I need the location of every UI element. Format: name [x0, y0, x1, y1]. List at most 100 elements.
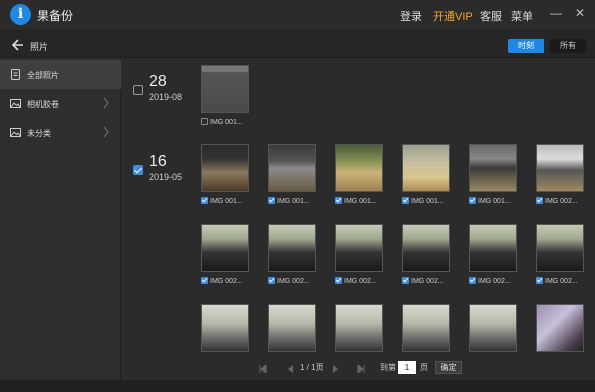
photo-thumbnail[interactable] — [469, 304, 517, 352]
photo-image — [537, 225, 583, 271]
photo-checkbox[interactable] — [335, 197, 342, 204]
photo-image — [269, 225, 315, 271]
sidebar: 全部照片 相机胶卷 未分类 — [0, 58, 121, 392]
photo-thumbnail[interactable] — [268, 144, 316, 192]
photo-thumbnail[interactable] — [201, 65, 249, 113]
last-page-icon[interactable] — [357, 365, 365, 373]
sidebar-item-label: 全部照片 — [27, 71, 59, 80]
photo-image — [202, 66, 248, 112]
photo-checkbox[interactable] — [536, 277, 543, 284]
photo-label[interactable]: IMG 001... — [268, 197, 310, 207]
photo-image — [403, 305, 449, 351]
photo-image — [202, 225, 248, 271]
confirm-button[interactable]: 确定 — [435, 361, 462, 374]
sidebar-item-label: 未分类 — [27, 129, 51, 138]
photo-label[interactable]: IMG 001... — [469, 197, 511, 207]
photo-image — [537, 305, 583, 351]
photo-thumbnail[interactable] — [201, 144, 249, 192]
page-indicator: 1 / 1页 — [300, 363, 324, 372]
photo-label[interactable]: IMG 001... — [335, 197, 377, 207]
photo-image — [269, 305, 315, 351]
group-day: 16 — [149, 153, 167, 170]
tab-all[interactable]: 所有 — [550, 39, 586, 53]
photo-thumbnail[interactable] — [201, 304, 249, 352]
photo-checkbox[interactable] — [201, 197, 208, 204]
app-logo-icon: i — [10, 4, 31, 25]
photo-thumbnail[interactable] — [335, 304, 383, 352]
photo-filename: IMG 002... — [277, 278, 310, 285]
photo-image — [269, 145, 315, 191]
photo-thumbnail[interactable] — [402, 144, 450, 192]
minimize-icon[interactable]: — — [548, 5, 564, 21]
photo-thumbnail[interactable] — [268, 304, 316, 352]
sidebar-item-uncategorized[interactable]: 未分类 — [0, 118, 121, 147]
menu-link[interactable]: 菜单 — [511, 8, 533, 24]
photo-label[interactable]: IMG 002... — [469, 277, 511, 287]
photo-filename: IMG 001... — [344, 198, 377, 205]
photo-checkbox[interactable] — [536, 197, 543, 204]
page-number-input[interactable] — [398, 361, 416, 374]
photo-checkbox[interactable] — [335, 277, 342, 284]
goto-label: 到第 — [380, 363, 396, 372]
photo-label[interactable]: IMG 002... — [536, 197, 578, 207]
photo-checkbox[interactable] — [201, 277, 208, 284]
photo-label[interactable]: IMG 001... — [201, 118, 243, 128]
group-checkbox[interactable] — [133, 85, 143, 95]
photo-label[interactable]: IMG 001... — [201, 197, 243, 207]
photo-image — [470, 305, 516, 351]
photo-label[interactable]: IMG 001... — [402, 197, 444, 207]
photo-label[interactable]: IMG 002... — [335, 277, 377, 287]
photo-thumbnail[interactable] — [536, 224, 584, 272]
login-link[interactable]: 登录 — [400, 8, 422, 24]
photo-checkbox[interactable] — [268, 197, 275, 204]
photo-checkbox[interactable] — [201, 118, 208, 125]
prev-page-icon[interactable] — [286, 365, 294, 373]
photo-thumbnail[interactable] — [469, 224, 517, 272]
photo-thumbnail[interactable] — [402, 304, 450, 352]
sidebar-item-all-photos[interactable]: 全部照片 — [0, 60, 121, 89]
photo-filename: IMG 002... — [210, 278, 243, 285]
photo-thumbnail[interactable] — [201, 224, 249, 272]
page-header: 照片 时刻 所有 — [0, 30, 595, 58]
app-name: 果备份 — [37, 9, 74, 23]
page-title: 照片 — [30, 42, 49, 52]
close-icon[interactable]: ✕ — [572, 5, 588, 21]
photo-thumbnail[interactable] — [335, 144, 383, 192]
photo-filename: IMG 001... — [478, 198, 511, 205]
photo-label[interactable]: IMG 002... — [201, 277, 243, 287]
vip-link[interactable]: 开通VIP — [433, 8, 473, 24]
next-page-icon[interactable] — [332, 365, 340, 373]
photo-image — [336, 225, 382, 271]
photo-thumbnail[interactable] — [268, 224, 316, 272]
group-month: 2019-08 — [149, 92, 183, 102]
chevron-right-icon — [103, 97, 109, 109]
back-arrow-icon[interactable] — [10, 37, 26, 53]
photo-filename: IMG 002... — [478, 278, 511, 285]
photo-grid: 28 2019-08 16 2019-05 IMG 001... IMG 001.… — [121, 58, 595, 392]
first-page-icon[interactable] — [259, 365, 267, 373]
photo-filename: IMG 002... — [411, 278, 444, 285]
photo-checkbox[interactable] — [402, 277, 409, 284]
status-bar — [0, 380, 595, 392]
photo-checkbox[interactable] — [469, 277, 476, 284]
sidebar-item-camera-roll[interactable]: 相机胶卷 — [0, 89, 121, 118]
photo-thumbnail[interactable] — [469, 144, 517, 192]
photo-image — [202, 145, 248, 191]
photo-checkbox[interactable] — [469, 197, 476, 204]
tab-time[interactable]: 时刻 — [508, 39, 544, 53]
photo-label[interactable]: IMG 002... — [268, 277, 310, 287]
photo-checkbox[interactable] — [402, 197, 409, 204]
photo-label[interactable]: IMG 002... — [536, 277, 578, 287]
photo-thumbnail[interactable] — [335, 224, 383, 272]
service-link[interactable]: 客服 — [480, 8, 502, 24]
photo-thumbnail[interactable] — [536, 144, 584, 192]
photo-thumbnail[interactable] — [536, 304, 584, 352]
photo-image — [470, 225, 516, 271]
group-checkbox[interactable] — [133, 165, 143, 175]
photo-checkbox[interactable] — [268, 277, 275, 284]
sidebar-item-label: 相机胶卷 — [27, 100, 59, 109]
photo-thumbnail[interactable] — [402, 224, 450, 272]
photo-filename: IMG 001... — [210, 198, 243, 205]
photo-image — [336, 305, 382, 351]
photo-label[interactable]: IMG 002... — [402, 277, 444, 287]
